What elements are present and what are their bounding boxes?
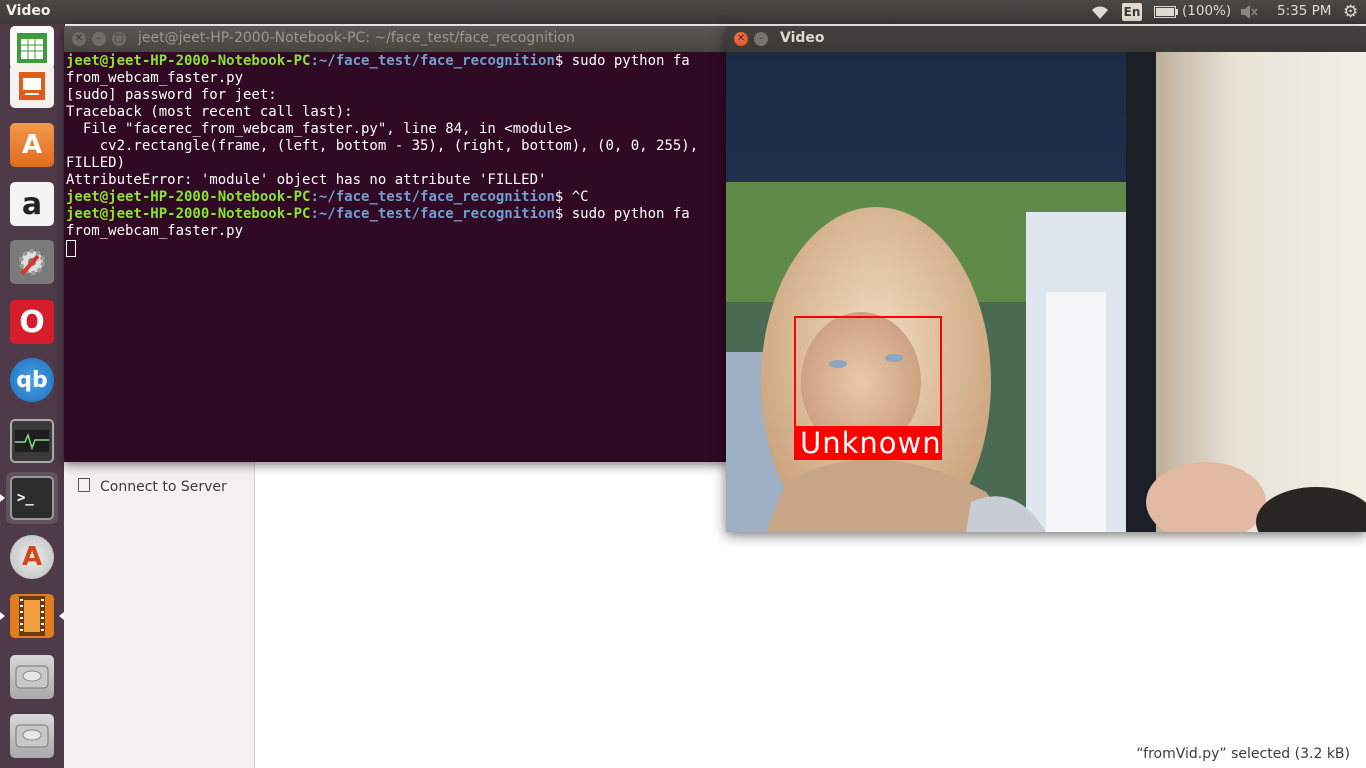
maximize-icon[interactable]: □ <box>112 32 126 46</box>
sidebar-item-connect-to-server[interactable]: Connect to Server <box>78 478 227 495</box>
launcher-item-libreoffice-impress[interactable] <box>6 60 58 112</box>
terminal-window[interactable]: ✕ – □ jeet@jeet-HP-2000-Notebook-PC: ~/f… <box>64 26 728 462</box>
terminal-line: from_webcam_faster.py <box>66 70 244 86</box>
launcher-item-terminal[interactable]: >_ <box>6 472 58 524</box>
terminal-line: AttributeError: 'module' object has no a… <box>66 172 547 188</box>
launcher-item-ubuntu-software[interactable]: A <box>6 119 58 171</box>
server-icon <box>78 478 90 492</box>
top-panel: Video En (100%) 5:35 PM ⚙ <box>0 0 1366 24</box>
volume-muted-icon[interactable] <box>1240 5 1258 19</box>
clock[interactable]: 5:35 PM <box>1277 3 1331 19</box>
close-icon[interactable]: ✕ <box>72 32 86 46</box>
webcam-frame: Unknown <box>726 52 1366 532</box>
hard-drive-icon <box>10 655 54 699</box>
launcher-item-system-monitor[interactable] <box>6 415 58 467</box>
gear-icon[interactable]: ⚙ <box>1343 2 1358 22</box>
launcher-item-amazon[interactable]: a <box>6 178 58 230</box>
terminal-output[interactable]: jeet@jeet-HP-2000-Notebook-PC:~/face_tes… <box>64 52 728 462</box>
launcher-item-opera[interactable]: O <box>6 296 58 348</box>
files-status-bar: “fromVid.py” selected (3.2 kB) <box>1136 746 1350 762</box>
video-window[interactable]: ✕ – Video Unknown <box>726 26 1366 532</box>
hard-drive-icon <box>10 714 54 758</box>
terminal-icon: >_ <box>10 476 54 520</box>
terminal-cursor-line <box>66 240 726 259</box>
software-center-icon: A <box>10 123 54 167</box>
face-label: Unknown <box>794 426 942 460</box>
battery-percentage[interactable]: (100%) <box>1182 3 1231 19</box>
video-title: Video <box>780 30 825 46</box>
launcher-item-qbittorrent[interactable]: qb <box>6 354 58 406</box>
wifi-icon[interactable] <box>1090 4 1110 20</box>
launcher-item-software-updater[interactable]: A <box>6 531 58 583</box>
files-sidebar <box>64 462 255 768</box>
terminal-line: from_webcam_faster.py <box>66 223 244 239</box>
terminal-line: cv2.rectangle(frame, (left, bottom - 35)… <box>66 138 699 154</box>
terminal-line: FILLED) <box>66 155 126 171</box>
battery-icon[interactable] <box>1154 6 1178 18</box>
settings-icon <box>10 240 54 284</box>
terminal-line: File "facerec_from_webcam_faster.py", li… <box>66 121 572 137</box>
updater-icon: A <box>10 535 54 579</box>
close-icon[interactable]: ✕ <box>734 32 748 46</box>
launcher-item-drive-1[interactable] <box>6 651 58 703</box>
launcher-item-drive-2[interactable] <box>6 710 58 762</box>
launcher-item-videos[interactable] <box>6 590 58 642</box>
sidebar-item-label: Connect to Server <box>100 479 227 495</box>
minimize-icon[interactable]: – <box>92 32 106 46</box>
text-cursor <box>66 240 76 257</box>
face-detection-box <box>794 316 942 428</box>
terminal-titlebar[interactable]: ✕ – □ jeet@jeet-HP-2000-Notebook-PC: ~/f… <box>64 26 728 52</box>
unity-launcher: A a O qb >_ A <box>0 24 65 768</box>
terminal-line: [sudo] password for jeet: <box>66 87 277 103</box>
running-indicator <box>0 494 5 502</box>
terminal-title: jeet@jeet-HP-2000-Notebook-PC: ~/face_te… <box>138 30 575 46</box>
amazon-icon: a <box>10 182 54 226</box>
launcher-item-system-settings[interactable] <box>6 236 58 288</box>
running-indicator <box>0 612 5 620</box>
terminal-line: jeet@jeet-HP-2000-Notebook-PC:~/face_tes… <box>66 53 690 69</box>
webcam-image <box>726 52 1366 532</box>
video-titlebar[interactable]: ✕ – Video <box>726 26 1366 52</box>
active-app-name: Video <box>6 3 51 19</box>
video-player-icon <box>10 594 54 638</box>
terminal-line: Traceback (most recent call last): <box>66 104 353 120</box>
opera-icon: O <box>10 300 54 344</box>
minimize-icon[interactable]: – <box>754 32 768 46</box>
system-monitor-icon <box>10 419 54 463</box>
terminal-line: jeet@jeet-HP-2000-Notebook-PC:~/face_tes… <box>66 206 690 222</box>
qbittorrent-icon: qb <box>10 358 54 402</box>
terminal-line: jeet@jeet-HP-2000-Notebook-PC:~/face_tes… <box>66 189 589 205</box>
keyboard-layout-indicator[interactable]: En <box>1122 3 1142 21</box>
presentation-icon <box>10 64 54 108</box>
